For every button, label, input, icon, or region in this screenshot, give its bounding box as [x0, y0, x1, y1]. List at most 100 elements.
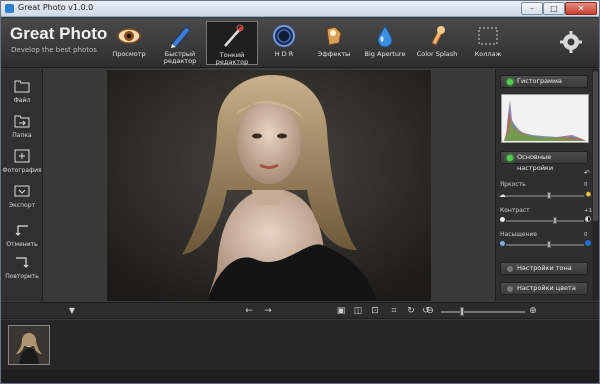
app-window: Great Photo v1.0.0 – □ ✕ Great Photo Dev…	[0, 0, 600, 384]
folder-arrow-icon	[14, 115, 30, 128]
sidebar-item-label: Фотография	[2, 167, 42, 174]
title-bar: Great Photo v1.0.0 – □ ✕	[1, 1, 599, 17]
basic-settings-label: Основные настройки	[517, 153, 554, 172]
sidebar-item-undo[interactable]: Отменить	[1, 219, 43, 253]
high-contrast-icon	[585, 216, 591, 222]
tool-label: Тонкий редактор	[215, 51, 249, 66]
add-photo-icon	[14, 149, 30, 163]
pencil-icon	[171, 26, 191, 48]
maximize-button[interactable]: □	[543, 2, 565, 15]
contrast-slider-handle[interactable]	[553, 217, 558, 224]
histogram-button[interactable]: Гистограмма	[500, 75, 588, 88]
tool-label: Эффекты	[317, 50, 351, 58]
zoom-slider[interactable]	[441, 311, 525, 313]
sun-icon: ✹	[585, 190, 592, 199]
sidebar-item-file[interactable]: Файл	[1, 75, 43, 109]
filmstrip	[1, 320, 599, 370]
high-saturation-icon	[585, 240, 591, 246]
photo-thumbnail[interactable]	[8, 325, 50, 365]
tool-view[interactable]: Просмотр	[103, 21, 155, 65]
sidebar-item-photo[interactable]: Фотография	[1, 145, 43, 179]
brightness-slider-handle[interactable]	[546, 192, 551, 199]
sidebar-item-label: Отменить	[6, 241, 38, 248]
image-canvas[interactable]	[44, 69, 494, 301]
histogram-button-label: Гистограмма	[517, 77, 562, 85]
export-icon	[14, 185, 30, 197]
adjustments-panel: Гистограмма Основные настройки ↶ Яркость…	[495, 69, 599, 301]
effects-icon	[326, 26, 342, 46]
inactive-indicator-icon	[507, 266, 513, 272]
folder-icon	[14, 80, 30, 93]
collage-icon	[478, 27, 498, 45]
inactive-indicator-icon	[507, 286, 513, 292]
window-title: Great Photo v1.0.0	[18, 3, 94, 12]
minimize-button[interactable]: –	[521, 2, 543, 15]
cloud-icon: ☁	[499, 191, 506, 199]
crop-icon[interactable]: ⌗	[389, 306, 399, 316]
collapse-filmstrip-icon[interactable]: ▼	[67, 306, 77, 316]
main-toolbar: Great Photo Develop the best photos Прос…	[1, 18, 599, 68]
sidebar-item-label: Экспорт	[8, 202, 35, 209]
sidebar-item-folder[interactable]: Папка	[1, 110, 43, 144]
undo-icon	[15, 225, 28, 236]
brightness-label: Яркость	[500, 181, 526, 188]
tool-collage[interactable]: Коллаж	[462, 21, 514, 65]
reset-icon[interactable]: ↶	[584, 169, 590, 177]
color-settings-label: Настройки цвета	[517, 284, 576, 292]
zoom-in-icon[interactable]: ⊕	[528, 306, 538, 316]
color-settings-button[interactable]: Настройки цвета	[500, 282, 588, 295]
tool-big-aperture[interactable]: Big Aperture	[359, 21, 411, 65]
tool-label: Big Aperture	[364, 50, 406, 58]
histogram-chart	[501, 94, 589, 143]
hdr-ring-icon	[273, 25, 295, 47]
split-view-icon[interactable]: ◫	[353, 306, 363, 316]
sidebar-item-redo[interactable]: Повторить	[1, 251, 43, 285]
tool-label: Коллаж	[474, 50, 502, 58]
tool-effects[interactable]: Эффекты	[308, 21, 360, 65]
tool-label: Color Splash	[416, 50, 458, 58]
wand-icon	[224, 24, 244, 47]
tool-quick-editor[interactable]: Быстрый редактор	[154, 21, 206, 65]
status-bar	[1, 370, 599, 383]
sidebar-item-label: Папка	[12, 132, 32, 139]
close-button[interactable]: ✕	[565, 2, 597, 15]
rotate-right-arrow-icon[interactable]: →	[263, 306, 273, 316]
app-logo: Great Photo	[10, 24, 108, 43]
active-indicator-icon	[507, 79, 513, 85]
low-contrast-icon	[500, 217, 505, 222]
panel-scrollbar[interactable]	[592, 69, 599, 301]
bottom-toolbar: ▼ ← → ▣ ◫ ⊡ ⌗ ↻ ↺ ⊖ ⊕	[1, 302, 599, 319]
tone-settings-button[interactable]: Настройки тона	[500, 262, 588, 275]
contrast-label: Контраст	[500, 207, 530, 214]
tool-hdr[interactable]: H D R	[258, 21, 310, 65]
rotate-cw-icon[interactable]: ↻	[406, 306, 416, 316]
saturation-slider[interactable]	[506, 244, 584, 246]
gear-icon[interactable]	[559, 30, 583, 54]
contrast-slider[interactable]	[506, 220, 584, 222]
tool-color-splash[interactable]: Color Splash	[411, 21, 463, 65]
sidebar-item-label: Файл	[13, 97, 31, 104]
tool-label: H D R	[274, 50, 294, 58]
basic-settings-button[interactable]: Основные настройки	[500, 151, 588, 172]
tool-label: Просмотр	[112, 50, 146, 58]
brightness-slider[interactable]	[506, 195, 584, 197]
fit-icon[interactable]: ⊡	[370, 306, 380, 316]
sidebar-item-export[interactable]: Экспорт	[1, 180, 43, 214]
saturation-slider-handle[interactable]	[546, 241, 551, 248]
low-saturation-icon	[500, 241, 505, 246]
active-indicator-icon	[507, 155, 513, 161]
saturation-value: 0	[584, 232, 588, 238]
saturation-label: Насыщение	[500, 231, 538, 238]
portrait-photo	[107, 70, 431, 301]
splash-icon	[431, 26, 445, 46]
rotate-left-arrow-icon[interactable]: ←	[244, 306, 254, 316]
scrollbar-thumb[interactable]	[593, 71, 598, 221]
tool-fine-editor[interactable]: Тонкий редактор	[206, 21, 258, 65]
zoom-out-icon[interactable]: ⊖	[425, 306, 435, 316]
tool-label: Быстрый редактор	[163, 50, 197, 65]
drop-icon	[377, 24, 393, 48]
zoom-slider-handle[interactable]	[460, 307, 464, 316]
redo-icon	[16, 257, 29, 268]
compare-icon[interactable]: ▣	[336, 306, 346, 316]
app-icon	[5, 4, 14, 13]
